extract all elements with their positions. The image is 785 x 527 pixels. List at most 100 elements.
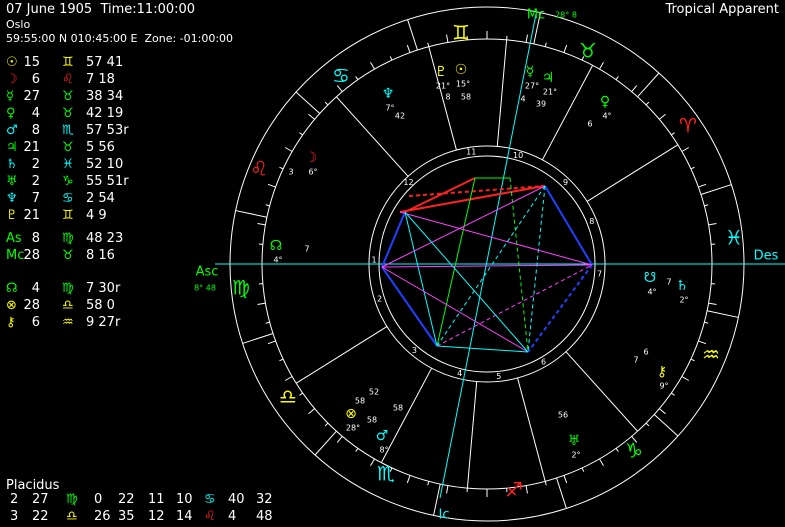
house-number: 4 [457,369,462,378]
degree-tick [704,321,709,324]
aspect-line [527,264,593,353]
degree-tick [324,422,329,427]
zodiac-sign-glyph: ♑ [625,439,643,463]
degree-tick [645,101,650,106]
degree-tick [446,34,449,43]
degree-tick [681,376,690,381]
degree-tick [267,183,276,188]
chart-wheel: 1234 56789101112♊♉♈♓♒♑♐♏♎♍♌♋ ♇21°☉15°☿27° ♃… [194,6,785,523]
degree-tick [324,101,329,106]
sign-boundary-line [242,333,274,344]
wheel-planet-degree: 27° [525,82,539,91]
wheel-planet-degree: 21° [543,88,557,97]
wheel-planet-glyph: ☿ [526,64,535,80]
zodiac-sign-glyph: ♐ [505,478,523,502]
wheel-minute-label: 58 [393,404,403,413]
degree-tick [563,44,568,53]
degree-tick [544,481,547,486]
house-cusp-line [336,96,409,177]
wheel-minute-label: 56 [558,411,568,420]
asc-label: Asc [196,265,219,280]
sign-boundary-line [653,414,679,437]
sign-boundary-line [556,477,567,509]
house-number: 11 [466,148,476,157]
wheel-planet-glyph: ☊ [270,238,282,254]
aspect-line [381,266,438,347]
wheel-minute-label: 3 [288,168,293,177]
zodiac-sign-glyph: ♊ [452,21,470,45]
house-number: 3 [412,346,417,355]
wheel-minute-label: 58 [461,93,471,102]
wheel-planet-glyph: ♄ [676,278,689,294]
house-number: 5 [496,372,501,381]
sign-boundary-line [314,430,337,456]
asc-degree-label: 8° 48 [194,284,216,293]
wheel-minute-label: 58 [355,397,365,406]
wheel-planet-glyph: ♃ [542,70,555,86]
house-number: 6 [541,357,546,366]
degree-tick [704,204,709,207]
wheel-planet-degree: 4° [647,288,656,297]
zodiac-sign-glyph: ♏ [377,462,395,486]
wheel-planet-glyph: ♂ [376,428,389,444]
house-number: 7 [597,269,602,278]
wheel-planet-degree: 9° [659,382,668,391]
degree-tick [336,436,343,443]
meridian-axis [439,13,537,499]
degree-tick [708,302,717,305]
degree-tick [671,392,675,396]
house-number: 8 [589,217,594,226]
wheel-planet-glyph: ⚷ [657,364,667,380]
degree-tick [279,166,284,170]
ic-label: Ic [439,508,450,523]
wheel-planet-glyph: ♇ [435,64,448,80]
house-number: 12 [403,178,413,187]
zodiac-sign-glyph: ♒ [702,343,720,367]
degree-tick [370,458,375,467]
house-number: 2 [377,294,382,303]
sign-boundary-line [235,210,268,218]
degree-tick [427,42,430,47]
aspect-line [408,185,546,197]
zodiac-sign-glyph: ♋ [332,64,350,88]
wheel-planet-degree: 15° [456,80,470,89]
degree-tick [446,485,449,494]
zodiac-sign-glyph: ♍ [232,276,250,300]
mc-degree-label: 28° 8 [555,11,577,20]
wheel-planet-glyph: ☉ [455,62,468,78]
sign-boundary-line [700,184,732,195]
wheel-planet-degree: 7° [385,104,394,113]
wheel-minute-label: 7 [633,356,638,365]
sign-boundary-line [706,310,739,318]
sign-boundary-line [637,72,660,98]
house-number: 10 [513,151,523,160]
degree-tick [645,422,650,427]
zodiac-sign-glyph: ♌ [250,157,268,181]
degree-tick [406,44,411,53]
wheel-planet-degree: 2° [571,451,580,460]
zodiac-sign-glyph: ♉ [579,39,597,63]
degree-tick [525,34,528,43]
degree-tick [257,223,266,226]
wheel-planet-glyph: ⊗ [345,406,357,422]
house-number: 9 [563,178,568,187]
degree-tick [406,475,411,484]
degree-tick [427,481,430,486]
house-cusp-line [565,351,638,432]
degree-tick [299,132,303,136]
degree-tick [615,448,619,452]
aspect-line [509,177,529,353]
house-number: 1 [372,256,377,265]
degree-tick [581,467,585,472]
zodiac-sign-glyph: ♓ [725,226,743,250]
wheel-minute-label: 8 [445,93,450,102]
aspect-line [527,185,546,353]
wheel-planet-degree: 4° [273,256,282,265]
degree-tick [257,302,266,305]
degree-tick [299,392,303,396]
degree-tick [563,475,568,484]
degree-tick [308,408,315,415]
degree-tick [355,448,359,452]
degree-tick [265,204,270,207]
degree-tick [681,147,690,152]
